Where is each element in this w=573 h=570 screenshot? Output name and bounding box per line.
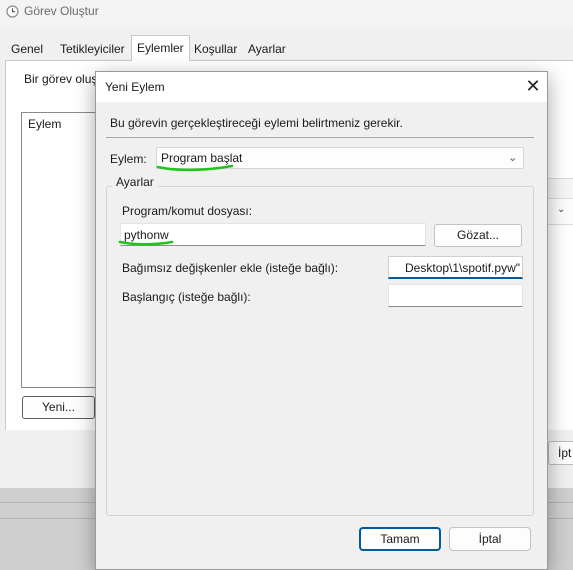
highlight-underline-program bbox=[118, 240, 174, 246]
highlight-annotations bbox=[118, 164, 234, 246]
highlight-underline-action bbox=[156, 164, 234, 172]
